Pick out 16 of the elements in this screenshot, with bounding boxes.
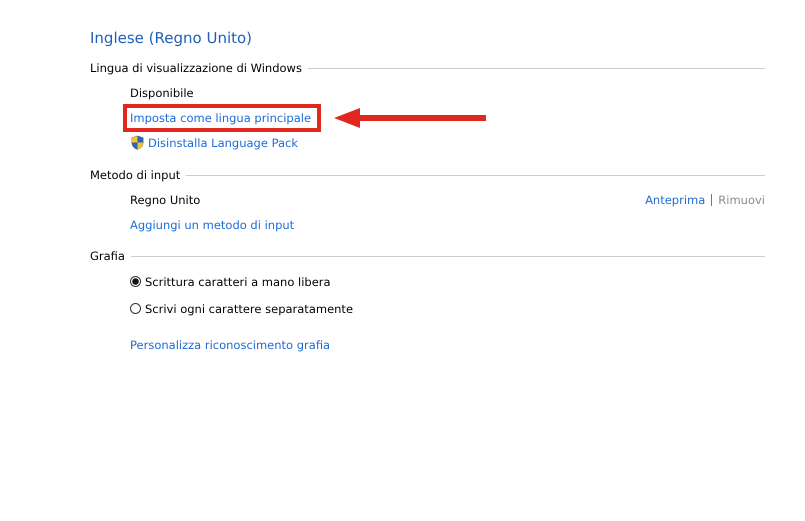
section-heading: Lingua di visualizzazione di Windows	[90, 61, 302, 75]
handwriting-link[interactable]: Personalizza riconoscimento grafia	[130, 338, 330, 352]
radio-button[interactable]	[130, 276, 141, 287]
radio-button[interactable]	[130, 303, 141, 314]
link[interactable]: Imposta come lingua principale	[123, 104, 322, 132]
link[interactable]: Disinstalla Language Pack	[148, 136, 298, 150]
section-heading: Metodo di input	[90, 168, 180, 182]
input-method-name: Regno Unito	[130, 192, 200, 206]
arrow-icon	[334, 106, 486, 128]
section-heading: Grafia	[90, 249, 125, 263]
action-link[interactable]: Anteprima	[645, 192, 706, 206]
page-title: Inglese (Regno Unito)	[90, 29, 254, 49]
add-input-link[interactable]: Aggiungi un metodo di input	[130, 218, 294, 232]
status-text: Disponibile	[130, 86, 194, 100]
option-label: Scrivi ogni carattere separatamente	[145, 302, 354, 316]
option-label: Scrittura caratteri a mano libera	[145, 274, 331, 288]
